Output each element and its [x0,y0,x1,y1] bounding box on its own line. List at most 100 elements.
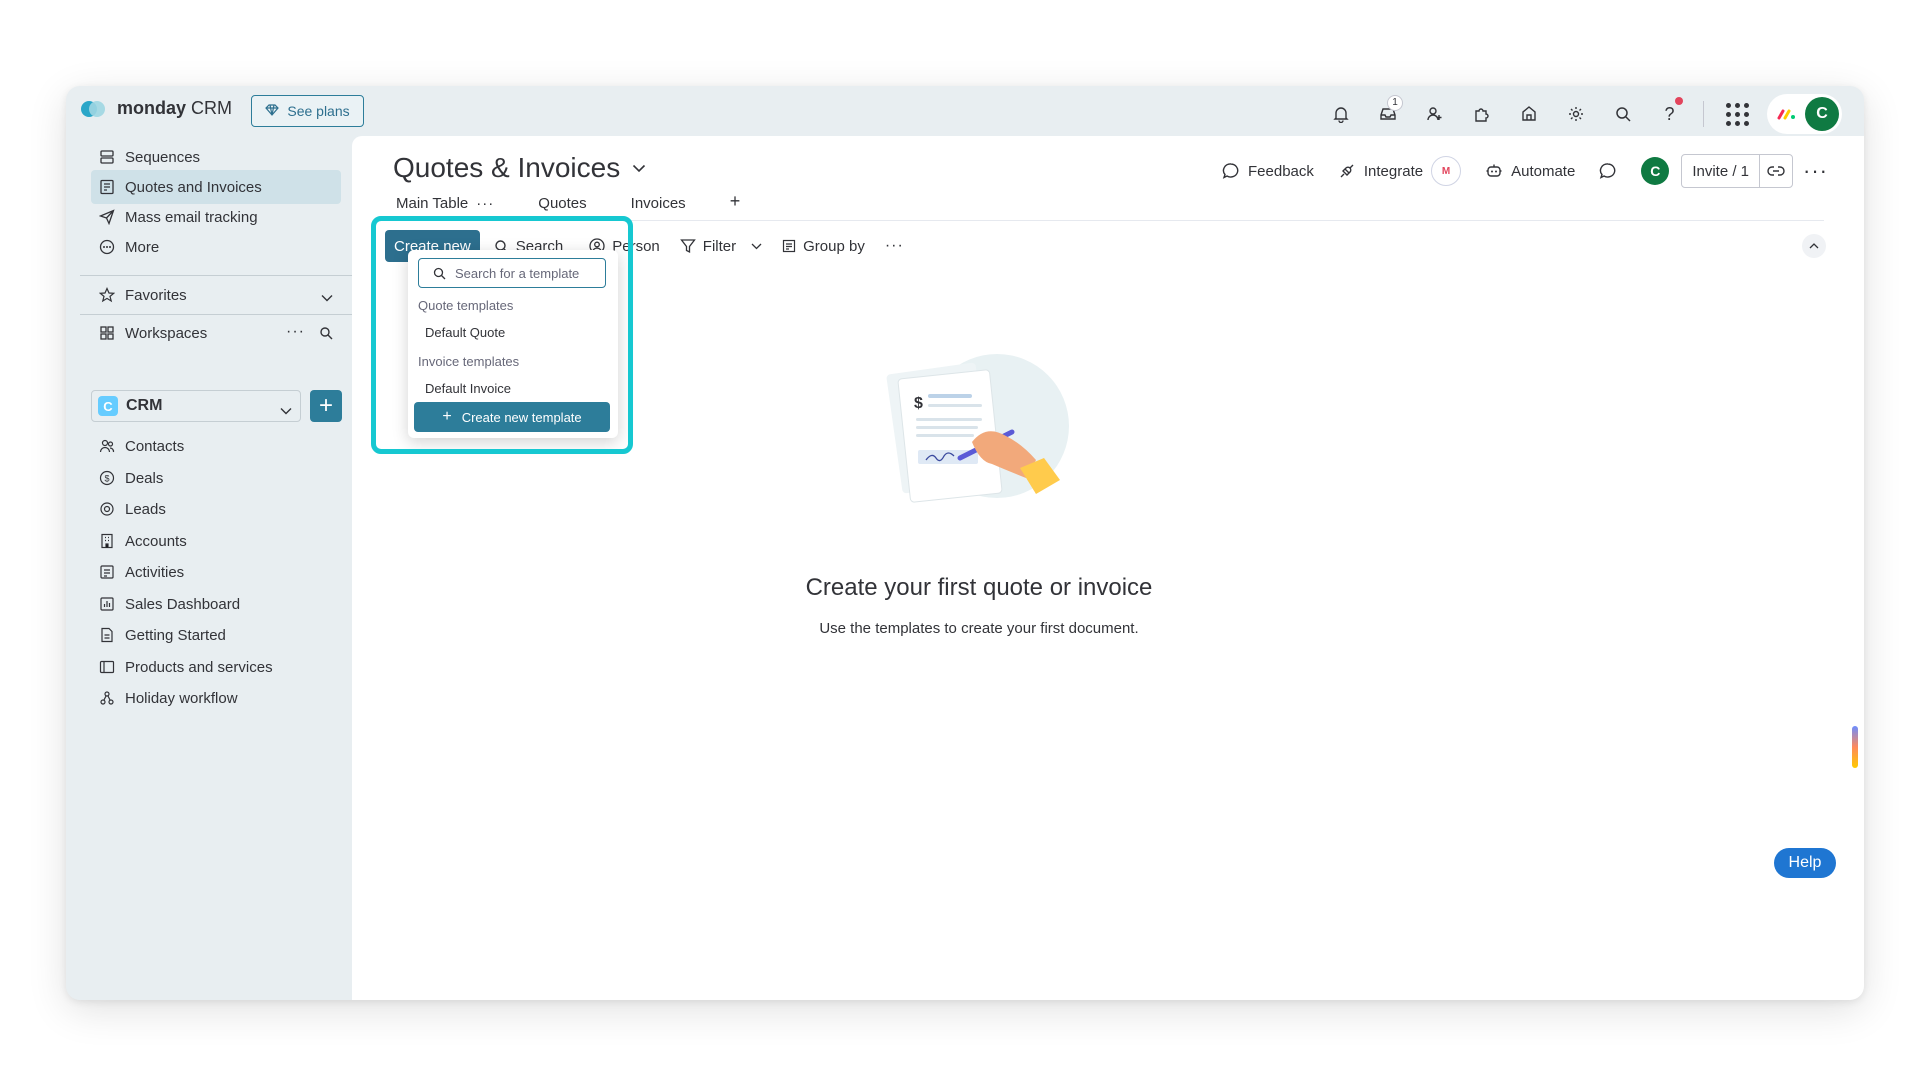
workspace-search-icon[interactable] [319,326,333,344]
plus-icon: + [318,392,333,419]
sidebar-item-activities[interactable]: Activities [91,555,341,589]
updates-button[interactable] [1587,154,1629,188]
search-button[interactable] [1599,97,1646,131]
see-plans-label: See plans [287,103,350,119]
sidebar-item-label: Leads [125,500,166,518]
user-avatar: C [1805,97,1839,131]
brand-rest: CRM [191,98,233,118]
sidebar-item-label: Accounts [125,532,187,550]
workspace-name: CRM [126,397,163,414]
group-icon [783,239,796,253]
svg-text:$: $ [914,395,923,412]
sidebar-workspaces[interactable]: Workspaces ··· [91,316,341,350]
apps-button[interactable] [1714,97,1761,131]
sidebar-item-label: Products and services [125,658,273,676]
feedback-button[interactable]: Feedback [1210,154,1326,188]
help-menu-button[interactable]: ? [1646,97,1693,131]
side-accent-bar [1852,726,1858,768]
sidebar-item-deals[interactable]: $ Deals [91,461,341,495]
help-label: Help [1788,854,1822,871]
sidebar-item-sales-dashboard[interactable]: Sales Dashboard [91,587,341,621]
sidebar-divider [80,275,352,276]
chevron-down-icon [280,402,292,420]
chevron-down-icon [751,243,762,249]
sidebar: Sequences Quotes and Invoices Mass email… [66,136,352,1000]
integrations-button[interactable] [1458,97,1505,131]
sidebar-favorites[interactable]: Favorites [91,278,341,312]
board-title[interactable]: Quotes & Invoices [393,152,646,184]
sidebar-item-label: Holiday workflow [125,689,238,707]
monday-logo[interactable]: monday CRM [81,98,232,119]
sidebar-divider [80,314,352,315]
group-by-label: Group by [803,237,865,255]
board-member-avatar[interactable]: C [1629,154,1681,188]
favorites-label: Favorites [125,286,187,304]
tab-options-icon[interactable]: ··· [476,195,494,212]
integrate-label: Integrate [1363,162,1424,180]
sidebar-item-label: Deals [125,469,164,487]
filter-button[interactable]: Filter [670,230,772,262]
settings-button[interactable] [1552,97,1599,131]
integrate-button[interactable]: Integrate M [1326,154,1473,188]
notifications-button[interactable] [1317,97,1364,131]
workflow-icon [99,690,115,706]
workspace-selector[interactable]: C CRM [91,390,301,422]
invite-members-button[interactable] [1411,97,1458,131]
workspace-options-icon[interactable]: ··· [286,323,305,341]
tab-label: Invoices [630,195,686,212]
accounts-icon [99,533,115,549]
sidebar-item-sequences[interactable]: Sequences [91,140,341,174]
page-title: Quotes & Invoices [393,152,621,183]
workspaces-icon [99,325,115,341]
chevron-up-icon [1809,243,1819,249]
sidebar-item-quotes-and-invoices[interactable]: Quotes and Invoices [91,170,341,204]
search-icon [1615,107,1631,122]
sidebar-item-more[interactable]: More [91,230,341,264]
monday-product-icon [1777,109,1795,120]
more-toolbar-button[interactable]: ··· [875,230,914,262]
chat-bubble-icon [1222,163,1239,179]
sidebar-item-label: Sales Dashboard [125,595,241,613]
see-plans-button[interactable]: See plans [251,95,364,127]
sidebar-item-label: Sequences [125,148,201,166]
top-bar: monday CRM See plans 1 ? C [66,86,1864,136]
account-menu[interactable]: C [1767,94,1842,134]
sidebar-item-getting-started[interactable]: Getting Started [91,618,341,652]
filter-icon [679,239,696,254]
puzzle-icon [1474,108,1489,122]
automate-label: Automate [1511,162,1576,180]
marketplace-button[interactable] [1505,97,1552,131]
empty-state-title: Create your first quote or invoice [805,574,1153,601]
brand-name: monday CRM [117,98,232,119]
invite-label: Invite / 1 [1682,155,1761,187]
sequences-icon [99,149,115,165]
invite-button[interactable]: Invite / 1 [1681,154,1794,188]
sidebar-item-accounts[interactable]: Accounts [91,524,341,558]
group-by-button[interactable]: Group by [772,230,875,262]
inbox-button[interactable]: 1 [1364,95,1411,131]
sidebar-item-products-and-services[interactable]: Products and services [91,650,341,684]
add-view-button[interactable]: + [726,191,747,220]
help-button[interactable]: Help [1774,848,1836,878]
link-icon[interactable] [1760,165,1792,177]
board-options-icon[interactable]: ··· [1793,158,1838,184]
gmail-icon: M [1431,156,1462,186]
activities-icon [99,564,115,580]
workspace-icon: C [98,396,118,416]
monday-logo-icon [81,99,107,119]
plus-icon: + [729,191,741,211]
sidebar-item-mass-email-tracking[interactable]: Mass email tracking [91,200,341,234]
sidebar-item-leads[interactable]: Leads [91,492,341,526]
sidebar-item-holiday-workflow[interactable]: Holiday workflow [91,681,341,715]
contacts-icon [99,438,115,454]
tab-invoices[interactable]: Invoices [627,195,692,220]
automate-button[interactable]: Automate [1473,154,1587,188]
collapse-header-button[interactable] [1802,234,1826,258]
sidebar-item-label: Quotes and Invoices [125,178,262,196]
sidebar-item-label: Getting Started [125,626,226,644]
question-icon: ? [1664,103,1675,124]
add-item-button[interactable]: + [310,390,342,422]
top-divider [1703,101,1704,127]
sidebar-item-contacts[interactable]: Contacts [91,429,341,463]
sidebar-item-label: Activities [125,563,185,581]
